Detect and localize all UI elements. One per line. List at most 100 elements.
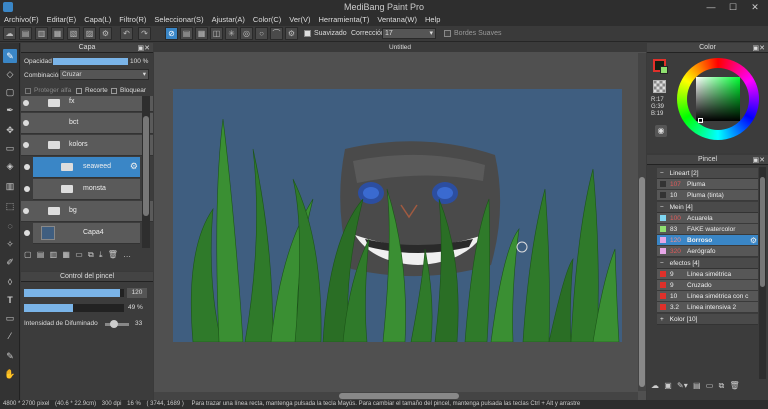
snap-parallel-icon[interactable]: ▤: [180, 27, 193, 40]
layer-row-bg[interactable]: bg: [21, 201, 153, 222]
duplicate-brush-icon[interactable]: ⧉: [719, 381, 725, 390]
snap-vanish-icon[interactable]: ◫: [210, 27, 223, 40]
drawing-canvas[interactable]: [173, 89, 622, 342]
new-layer-icon[interactable]: ▢: [24, 250, 32, 259]
brush-opacity-slider[interactable]: [24, 304, 124, 312]
blur-slider[interactable]: [105, 320, 129, 328]
menu-adjust[interactable]: Ajustar(A): [208, 14, 249, 25]
new-1bit-layer-icon[interactable]: ▥: [50, 250, 58, 259]
new-8bit-layer-icon[interactable]: ▤: [37, 250, 45, 259]
select-eraser-icon[interactable]: ◊: [3, 275, 17, 289]
brush-item-fake-watercolor[interactable]: 83 FAKE watercolor: [657, 224, 758, 235]
eye-icon[interactable]: [23, 142, 29, 148]
eye-icon[interactable]: [24, 230, 30, 236]
open-file-icon[interactable]: ▥: [35, 27, 48, 40]
panel-close-icon[interactable]: ▣✕: [753, 44, 765, 52]
snap-circle-icon[interactable]: ○: [255, 27, 268, 40]
smoothing-checkbox[interactable]: [304, 30, 311, 37]
add-brush-icon[interactable]: ▣: [664, 381, 672, 390]
blur-slider-knob[interactable]: [110, 320, 119, 328]
move-tool-icon[interactable]: ✥: [3, 123, 17, 137]
folder-brush-icon[interactable]: ▭: [706, 381, 714, 390]
new-file-icon[interactable]: ▤: [19, 27, 32, 40]
panel-close-icon[interactable]: ▣✕: [138, 44, 150, 52]
dot-tool-icon[interactable]: ▢: [3, 85, 17, 99]
brush-group-kolor[interactable]: + Kolor [10]: [657, 314, 758, 325]
layer-row-kolors[interactable]: kolors: [21, 135, 153, 156]
transparent-swatch[interactable]: [653, 80, 666, 93]
divide-tool-icon[interactable]: ▭: [3, 311, 17, 325]
dotted-select-icon[interactable]: ⬚: [3, 199, 17, 213]
close-button[interactable]: ✕: [744, 0, 766, 14]
canvas-tab[interactable]: Untitled: [154, 43, 646, 52]
opacity-slider[interactable]: [53, 58, 128, 65]
blend-select[interactable]: Cruzar ▾: [59, 69, 149, 80]
brush-size-value[interactable]: 120: [127, 288, 147, 298]
vertical-scrollbar[interactable]: [638, 53, 646, 391]
gear-icon[interactable]: ⚙: [130, 161, 138, 172]
merge-down-icon[interactable]: ⤓: [99, 250, 103, 259]
select-pen-icon[interactable]: ✐: [3, 255, 17, 269]
menu-filter[interactable]: Filtro(R): [115, 14, 150, 25]
delete-layer-icon[interactable]: 🗑: [108, 250, 118, 259]
pen-icon-alt[interactable]: ✎: [3, 349, 17, 363]
minimize-button[interactable]: —: [700, 0, 722, 14]
magic-wand-icon[interactable]: ✧: [3, 237, 17, 251]
eye-icon[interactable]: [23, 100, 29, 106]
halftone-layer-icon[interactable]: ▦: [62, 250, 70, 259]
scrollbar-thumb[interactable]: [339, 393, 459, 399]
secondary-color-swatch[interactable]: [660, 66, 668, 74]
maximize-button[interactable]: ☐: [722, 0, 744, 14]
eyedropper-icon[interactable]: ⁄: [3, 329, 17, 343]
menu-tool[interactable]: Herramienta(T): [315, 14, 374, 25]
gear-icon[interactable]: ⚙: [750, 235, 757, 246]
eraser-tool-icon[interactable]: ◇: [3, 67, 17, 81]
brush-item-linea-simetrica[interactable]: 9 Línea simétrica: [657, 269, 758, 280]
menu-color[interactable]: Color(C): [249, 14, 285, 25]
eye-icon[interactable]: [23, 120, 29, 126]
clip-checkbox[interactable]: [76, 88, 82, 94]
horizontal-scrollbar[interactable]: [154, 392, 638, 400]
brush-item-linea-intensiva[interactable]: 3.2 Línea intensiva 2: [657, 302, 758, 313]
brush-item-pluma-tinta[interactable]: 10 Pluma (tinta): [657, 190, 758, 201]
brush-menu-icon[interactable]: ✎▾: [677, 381, 688, 390]
undo-icon[interactable]: ↶: [120, 27, 133, 40]
layer-row-seaweed[interactable]: seaweed ⚙: [24, 157, 140, 178]
correction-select[interactable]: 17 ▾: [382, 28, 436, 39]
more-icon[interactable]: …: [123, 250, 131, 259]
eye-icon[interactable]: [24, 186, 30, 192]
menu-file[interactable]: Archivo(F): [0, 14, 43, 25]
gradient-tool-icon[interactable]: ▥: [3, 179, 17, 193]
menu-edit[interactable]: Editar(E): [43, 14, 81, 25]
brush-item-cruzado[interactable]: 9 Cruzado: [657, 280, 758, 291]
menu-view[interactable]: Ver(V): [285, 14, 314, 25]
text-tool-icon[interactable]: T: [3, 293, 17, 307]
scrollbar-thumb[interactable]: [143, 116, 149, 216]
palette-icon[interactable]: ◉: [655, 125, 667, 137]
pen-tool-icon[interactable]: ✒: [3, 103, 17, 117]
duplicate-layer-icon[interactable]: ⧉: [88, 250, 94, 259]
brush-group-lineart[interactable]: − Lineart [2]: [657, 168, 758, 179]
snap-concentric-icon[interactable]: ◎: [240, 27, 253, 40]
lasso-tool-icon[interactable]: ◌: [3, 219, 17, 233]
brush-group-mein[interactable]: − Mein [4]: [657, 202, 758, 213]
menu-window[interactable]: Ventana(W): [373, 14, 421, 25]
protect-alpha-checkbox[interactable]: [25, 88, 31, 94]
menu-layer[interactable]: Capa(L): [80, 14, 115, 25]
cloud-icon[interactable]: ☁: [3, 27, 16, 40]
redo-icon[interactable]: ↷: [138, 27, 151, 40]
delete-brush-icon[interactable]: 🗑: [730, 381, 740, 390]
save-as-icon[interactable]: ▧: [67, 27, 80, 40]
new-folder-icon[interactable]: ▭: [75, 250, 83, 259]
shape-tool-icon[interactable]: ▭: [3, 141, 17, 155]
brush-item-linea-simetrica-c[interactable]: 10 Línea simétrica con c: [657, 291, 758, 302]
brush-item-pluma[interactable]: 107 Pluma: [657, 179, 758, 190]
copy-brush-icon[interactable]: ▤: [693, 381, 701, 390]
brush-item-borroso[interactable]: 120 Borroso ⚙: [657, 235, 758, 246]
snap-off-icon[interactable]: ⊘: [165, 27, 178, 40]
snap-curve-icon[interactable]: ⌒: [270, 27, 283, 40]
brush-group-efectos[interactable]: − efectos [4]: [657, 258, 758, 269]
cloud-brush-icon[interactable]: ☁: [651, 381, 659, 390]
color-square[interactable]: [696, 77, 740, 121]
hand-tool-icon[interactable]: ✋: [3, 367, 17, 381]
